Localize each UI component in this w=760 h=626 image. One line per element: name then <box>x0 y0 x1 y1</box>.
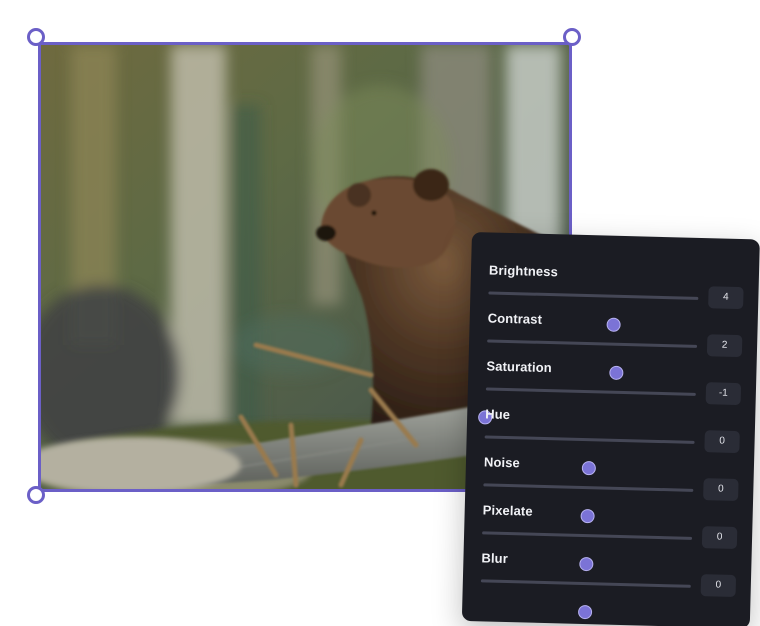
adjustment-row-noise: Noise 0 <box>483 454 742 524</box>
noise-label: Noise <box>483 454 521 471</box>
contrast-slider-track[interactable] <box>487 339 698 381</box>
noise-value[interactable]: 0 <box>703 478 739 502</box>
pixelate-value[interactable]: 0 <box>701 526 738 550</box>
hue-label: Hue <box>485 406 511 423</box>
editor-canvas: Brightness 4 Contrast 2 Saturation -1 Hu… <box>0 0 760 626</box>
saturation-value[interactable]: -1 <box>705 382 742 406</box>
adjustment-row-blur: Blur 0 <box>480 550 739 620</box>
resize-handle-top-right[interactable] <box>563 28 581 46</box>
adjustment-row-brightness: Brightness 4 <box>488 262 747 332</box>
contrast-label: Contrast <box>487 310 543 327</box>
brightness-label: Brightness <box>488 262 559 280</box>
resize-handle-bottom-left[interactable] <box>27 486 45 504</box>
adjustment-row-saturation: Saturation -1 <box>477 358 744 425</box>
adjustment-row-pixelate: Pixelate 0 <box>482 502 741 572</box>
saturation-label: Saturation <box>486 358 552 376</box>
pixelate-label: Pixelate <box>482 502 533 519</box>
noise-slider-track[interactable] <box>483 483 694 524</box>
brightness-value[interactable]: 4 <box>708 286 744 310</box>
blur-label: Blur <box>481 550 509 567</box>
adjustment-row-hue: Hue 0 <box>484 406 743 476</box>
brightness-slider-track[interactable] <box>488 291 699 332</box>
blur-slider-track[interactable] <box>480 579 691 620</box>
hue-slider-track[interactable] <box>484 435 695 476</box>
adjustment-row-contrast: Contrast 2 <box>487 310 746 381</box>
hue-value[interactable]: 0 <box>704 430 740 454</box>
pixelate-slider-track[interactable] <box>482 531 693 572</box>
resize-handle-top-left[interactable] <box>27 28 45 46</box>
contrast-value[interactable]: 2 <box>706 334 743 358</box>
blur-value[interactable]: 0 <box>700 574 737 598</box>
adjustments-panel: Brightness 4 Contrast 2 Saturation -1 Hu… <box>461 232 760 626</box>
blur-slider-thumb[interactable] <box>577 604 593 620</box>
saturation-slider-track[interactable] <box>477 387 696 425</box>
